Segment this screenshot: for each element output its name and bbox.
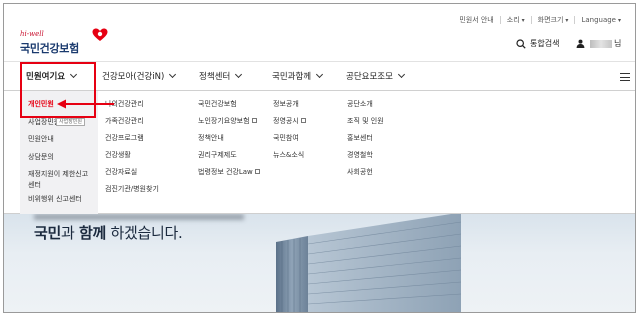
hamburger-menu-icon[interactable]: [620, 73, 630, 81]
menu-item[interactable]: 건강생활: [105, 150, 159, 167]
menu-item-label: 국민참여: [273, 134, 299, 142]
heart-logo-icon: [92, 28, 108, 41]
menu-item-label: 노인장기요양보험: [198, 117, 250, 125]
browser-viewport: 민원서 안내 소리 ▾ 화면크기 ▾ Language ▾ hi-well 국민건강보…: [3, 3, 636, 313]
external-link-icon: [254, 169, 260, 174]
menu-item[interactable]: 권리구제제도: [198, 150, 260, 167]
menu-item[interactable]: 검진기관/병원찾기: [105, 184, 159, 201]
menu-item-label: 뉴스&소식: [273, 151, 305, 159]
mega-menu-panel: 개인민원 사업장민원 민원안내 상담문의 재정지원이 제한신고센터 비위행위 신…: [4, 91, 635, 214]
menu-item[interactable]: 건강프로그램: [105, 133, 159, 150]
menu-item[interactable]: 국민건강보험: [198, 99, 260, 116]
nav-label: 공단요모조모: [346, 72, 393, 82]
menu-item[interactable]: 정보공개: [273, 99, 306, 116]
util-guide-link[interactable]: 민원서 안내: [453, 15, 499, 25]
util-guide-label: 민원서 안내: [459, 16, 494, 24]
external-link-icon: [300, 118, 306, 123]
util-sound-label: 소리: [506, 16, 520, 24]
menu-item-label: 국민건강보험: [198, 100, 237, 108]
hero-faded-text: [34, 214, 244, 220]
chevron-down-icon: ▾: [521, 16, 525, 24]
nav-label: 정책센터: [199, 72, 231, 82]
chevron-down-icon: ▾: [565, 16, 569, 24]
menu-item[interactable]: 가족건강관리: [105, 116, 159, 133]
main-nav: 민원여기요 건강모아(건강iN) 정책센터 국민과함께 공단요모조모: [4, 61, 635, 91]
util-zoom-toggle[interactable]: 화면크기 ▾: [532, 15, 575, 25]
user-name-redacted: [590, 39, 612, 48]
menu-item[interactable]: 법령정보 건강Law: [198, 167, 260, 184]
nav-label: 국민과함께: [272, 72, 312, 82]
menu-col-health-in: 나의건강관리 가족건강관리 건강프로그램 건강생활 건강자료실 검진기관/병원찾…: [105, 99, 159, 201]
hero-word: 국민: [34, 224, 62, 242]
menu-item-label: 정영공시: [273, 117, 299, 125]
nav-about[interactable]: 공단요모조모: [346, 70, 405, 82]
hero-word: 함께: [78, 224, 106, 242]
chevron-down-icon: ▾: [617, 16, 621, 24]
highlight-box-annotation: [20, 62, 96, 118]
nav-with-people[interactable]: 국민과함께: [272, 70, 324, 82]
logo-name: 국민건강보험: [20, 42, 79, 55]
search-icon: [516, 38, 526, 49]
chevron-down-icon: [397, 70, 405, 78]
menu-item[interactable]: 조직 및 인원: [347, 116, 384, 133]
chevron-down-icon: [235, 70, 243, 78]
util-language-label: Language: [581, 16, 616, 24]
util-zoom-label: 화면크기: [537, 16, 564, 24]
utility-bar: 민원서 안내 소리 ▾ 화면크기 ▾ Language ▾: [453, 14, 627, 26]
hero-word: 과: [61, 224, 79, 242]
hero-banner: 국민과 함께 하겠습니다.: [4, 214, 635, 312]
menu-item-consult[interactable]: 상담문의: [28, 152, 92, 170]
menu-item[interactable]: 공단소개: [347, 99, 384, 116]
menu-item[interactable]: 건강자료실: [105, 167, 159, 184]
chevron-down-icon: [316, 70, 324, 78]
site-logo[interactable]: hi-well 국민건강보험: [18, 28, 110, 58]
menu-item-minwon-guide[interactable]: 민원안내: [28, 134, 92, 152]
menu-item-misconduct-report[interactable]: 비위행위 신고센터: [28, 194, 92, 212]
user-menu[interactable]: 님: [576, 38, 621, 49]
menu-col-with-people: 정보공개 정영공시 국민참여 뉴스&소식: [273, 99, 306, 167]
nav-health-in[interactable]: 건강모아(건강iN): [102, 70, 177, 82]
building-illustration: [276, 214, 461, 312]
menu-item[interactable]: 경영철학: [347, 150, 384, 167]
nav-label: 건강모아(건강iN): [102, 72, 165, 82]
user-icon: [576, 39, 585, 48]
menu-item-label: 정보공개: [273, 100, 299, 108]
search-label: 통합검색: [530, 39, 560, 48]
menu-item-finance-report[interactable]: 재정지원이 제한신고센터: [28, 169, 92, 194]
nav-policy[interactable]: 정책센터: [199, 70, 243, 82]
red-arrow-icon: [57, 99, 114, 109]
menu-col-policy: 국민건강보험 노인장기요양보험 정책안내 권리구제제도 법령정보 건강Law: [198, 99, 260, 184]
menu-item-label: 법령정보 건강Law: [198, 168, 253, 176]
tooltip-tag: 사업장민원: [56, 118, 86, 126]
user-suffix: 님: [614, 39, 622, 48]
hero-headline: 국민과 함께 하겠습니다.: [34, 222, 183, 243]
logo-tagline: hi-well: [20, 30, 44, 38]
menu-item[interactable]: 뉴스&소식: [273, 150, 306, 167]
menu-col-about: 공단소개 조직 및 인원 홍보센터 경영철학 사회공헌: [347, 99, 384, 184]
menu-item[interactable]: 홍보센터: [347, 133, 384, 150]
menu-item[interactable]: 노인장기요양보험: [198, 116, 260, 133]
hero-word: 하겠습니다.: [106, 224, 183, 242]
menu-item-label: 정책안내: [198, 134, 224, 142]
unified-search-button[interactable]: 통합검색: [516, 38, 559, 49]
menu-item[interactable]: 정영공시: [273, 116, 306, 133]
util-language-select[interactable]: Language ▾: [575, 16, 627, 24]
menu-item[interactable]: 국민참여: [273, 133, 306, 150]
external-link-icon: [251, 118, 257, 123]
chevron-down-icon: [169, 70, 177, 78]
menu-item[interactable]: 정책안내: [198, 133, 260, 150]
menu-item-label: 권리구제제도: [198, 151, 237, 159]
menu-item[interactable]: 사회공헌: [347, 167, 384, 184]
util-sound-toggle[interactable]: 소리 ▾: [501, 15, 531, 25]
